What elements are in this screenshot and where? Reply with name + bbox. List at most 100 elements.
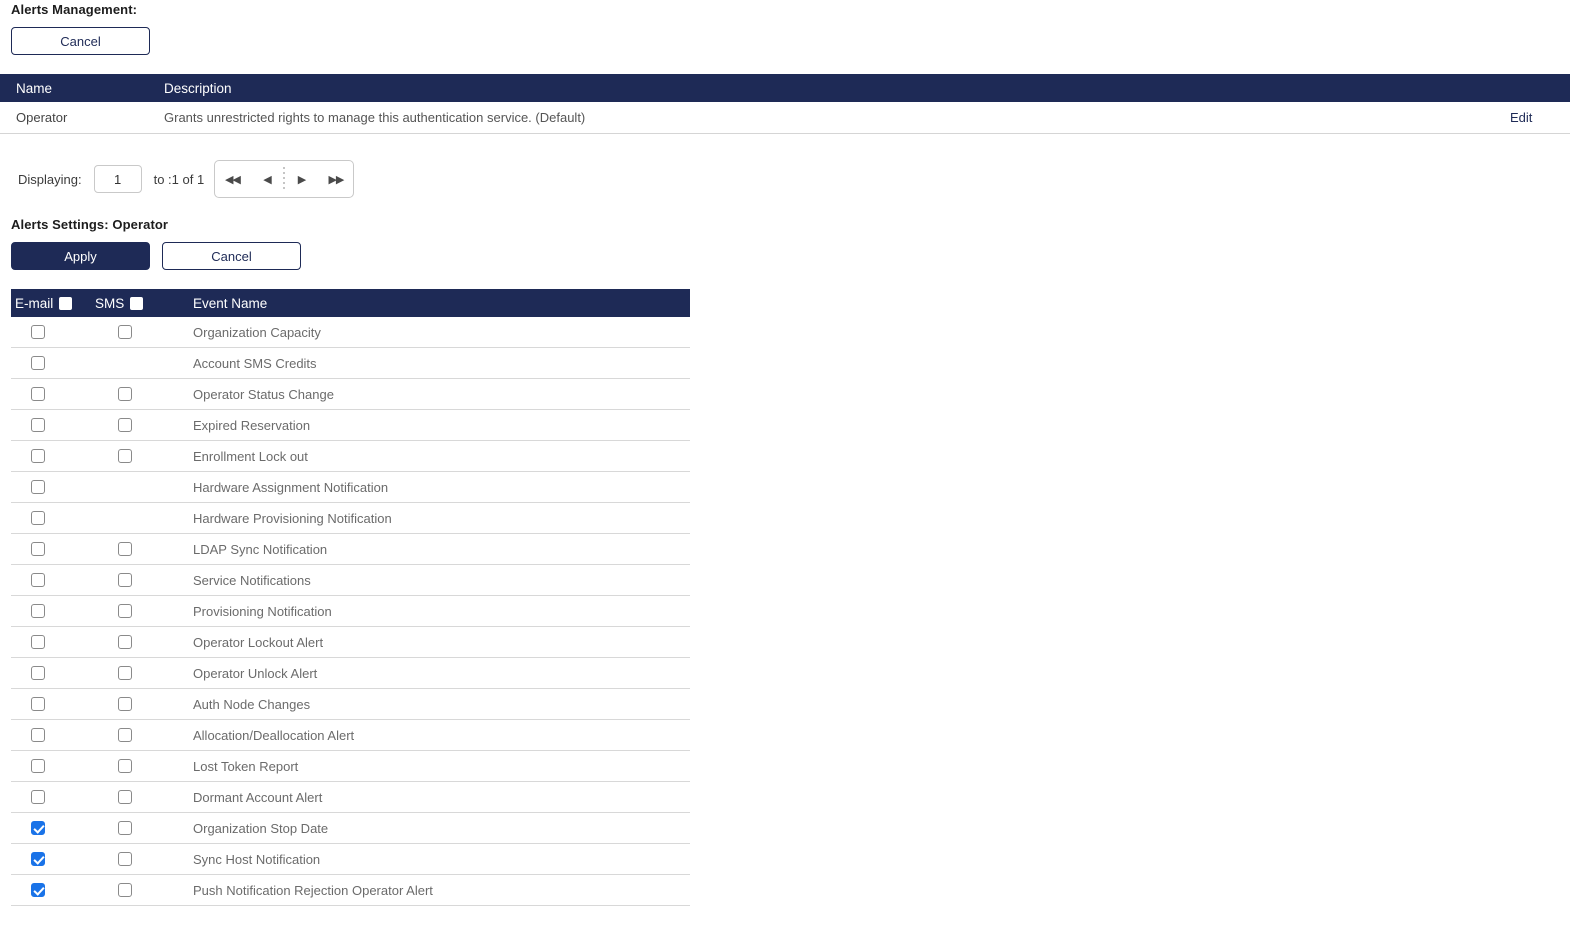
first-page-icon[interactable]: ◀◀ <box>215 161 250 197</box>
cancel-button-bottom[interactable]: Cancel <box>162 242 301 270</box>
sms-checkbox[interactable] <box>118 790 132 804</box>
sms-cell <box>95 449 193 463</box>
sms-checkbox[interactable] <box>118 387 132 401</box>
edit-link[interactable]: Edit <box>1510 110 1570 125</box>
cancel-button-top[interactable]: Cancel <box>11 27 150 55</box>
column-header-email-group: E-mail <box>11 296 95 311</box>
email-cell <box>11 666 95 680</box>
event-name-label: Enrollment Lock out <box>193 448 308 464</box>
sms-cell <box>95 728 193 742</box>
pagination-divider <box>283 167 286 191</box>
sms-checkbox[interactable] <box>118 852 132 866</box>
event-name-label: Dormant Account Alert <box>193 789 323 805</box>
table-row: Enrollment Lock out <box>11 441 690 472</box>
email-checkbox[interactable] <box>31 387 45 401</box>
sms-checkbox[interactable] <box>118 759 132 773</box>
email-cell <box>11 449 95 463</box>
email-cell <box>11 697 95 711</box>
sms-checkbox[interactable] <box>118 604 132 618</box>
event-name-label: Provisioning Notification <box>193 603 332 619</box>
column-header-sms-group: SMS <box>95 296 193 311</box>
event-name-label: Organization Stop Date <box>193 820 329 836</box>
email-checkbox[interactable] <box>31 883 45 897</box>
event-name-label: Lost Token Report <box>193 758 299 774</box>
sms-checkbox[interactable] <box>118 666 132 680</box>
email-cell <box>11 604 95 618</box>
last-page-icon[interactable]: ▶▶ <box>319 161 354 197</box>
table-row: Sync Host Notification <box>11 844 690 875</box>
email-checkbox[interactable] <box>31 821 45 835</box>
email-checkbox[interactable] <box>31 604 45 618</box>
sms-cell <box>95 325 193 339</box>
sms-checkbox[interactable] <box>118 821 132 835</box>
sms-cell <box>95 480 193 494</box>
email-checkbox[interactable] <box>31 418 45 432</box>
table-row: Push Notification Rejection Operator Ale… <box>11 875 690 906</box>
table-row: Hardware Provisioning Notification <box>11 503 690 534</box>
table-row: Lost Token Report <box>11 751 690 782</box>
sms-checkbox[interactable] <box>118 542 132 556</box>
sms-checkbox[interactable] <box>118 728 132 742</box>
email-cell <box>11 635 95 649</box>
email-cell <box>11 759 95 773</box>
sms-cell <box>95 852 193 866</box>
sms-checkbox[interactable] <box>118 418 132 432</box>
sms-checkbox[interactable] <box>118 573 132 587</box>
email-checkbox[interactable] <box>31 666 45 680</box>
sms-cell <box>95 697 193 711</box>
email-cell <box>11 542 95 556</box>
email-cell <box>11 356 95 370</box>
pagination-nav: ◀◀ ◀ ▶ ▶▶ <box>214 160 355 198</box>
email-checkbox[interactable] <box>31 511 45 525</box>
email-cell <box>11 418 95 432</box>
table-row: Service Notifications <box>11 565 690 596</box>
column-header-event-name: Event Name <box>193 295 268 311</box>
email-checkbox[interactable] <box>31 790 45 804</box>
table-row: Organization Stop Date <box>11 813 690 844</box>
event-name-label: Allocation/Deallocation Alert <box>193 727 355 743</box>
event-name-label: Operator Status Change <box>193 386 334 402</box>
sms-checkbox[interactable] <box>118 883 132 897</box>
sms-checkbox[interactable] <box>118 635 132 649</box>
email-checkbox[interactable] <box>31 635 45 649</box>
email-checkbox[interactable] <box>31 728 45 742</box>
email-cell <box>11 511 95 525</box>
email-checkbox[interactable] <box>31 480 45 494</box>
table-row: Expired Reservation <box>11 410 690 441</box>
previous-page-icon[interactable]: ◀ <box>250 161 285 197</box>
table-row: Organization Capacity <box>11 317 690 348</box>
sms-cell <box>95 635 193 649</box>
sms-cell <box>95 418 193 432</box>
event-name-label: Auth Node Changes <box>193 696 311 712</box>
table-row: Dormant Account Alert <box>11 782 690 813</box>
sms-checkbox[interactable] <box>118 697 132 711</box>
email-cell <box>11 790 95 804</box>
email-checkbox[interactable] <box>31 356 45 370</box>
select-all-email-checkbox[interactable] <box>59 296 73 310</box>
email-cell <box>11 728 95 742</box>
table-row: Hardware Assignment Notification <box>11 472 690 503</box>
alerts-management-page: Alerts Management: Cancel Name Descripti… <box>0 0 1570 927</box>
sms-cell <box>95 387 193 401</box>
alerts-settings-table: E-mail SMS Event Name Organization Capac… <box>11 289 690 906</box>
sms-checkbox[interactable] <box>118 325 132 339</box>
apply-button[interactable]: Apply <box>11 242 150 270</box>
table-row: Allocation/Deallocation Alert <box>11 720 690 751</box>
sms-checkbox[interactable] <box>118 449 132 463</box>
email-checkbox[interactable] <box>31 697 45 711</box>
select-all-sms-checkbox[interactable] <box>130 296 144 310</box>
table-row: Provisioning Notification <box>11 596 690 627</box>
email-checkbox[interactable] <box>31 852 45 866</box>
email-cell <box>11 573 95 587</box>
email-checkbox[interactable] <box>31 759 45 773</box>
sms-cell <box>95 759 193 773</box>
event-name-label: Operator Lockout Alert <box>193 634 324 650</box>
email-checkbox[interactable] <box>31 449 45 463</box>
next-page-icon[interactable]: ▶ <box>284 161 319 197</box>
email-checkbox[interactable] <box>31 325 45 339</box>
email-checkbox[interactable] <box>31 542 45 556</box>
page-number-input[interactable] <box>93 165 142 193</box>
email-checkbox[interactable] <box>31 573 45 587</box>
sms-cell <box>95 573 193 587</box>
column-header-sms: SMS <box>95 295 125 311</box>
